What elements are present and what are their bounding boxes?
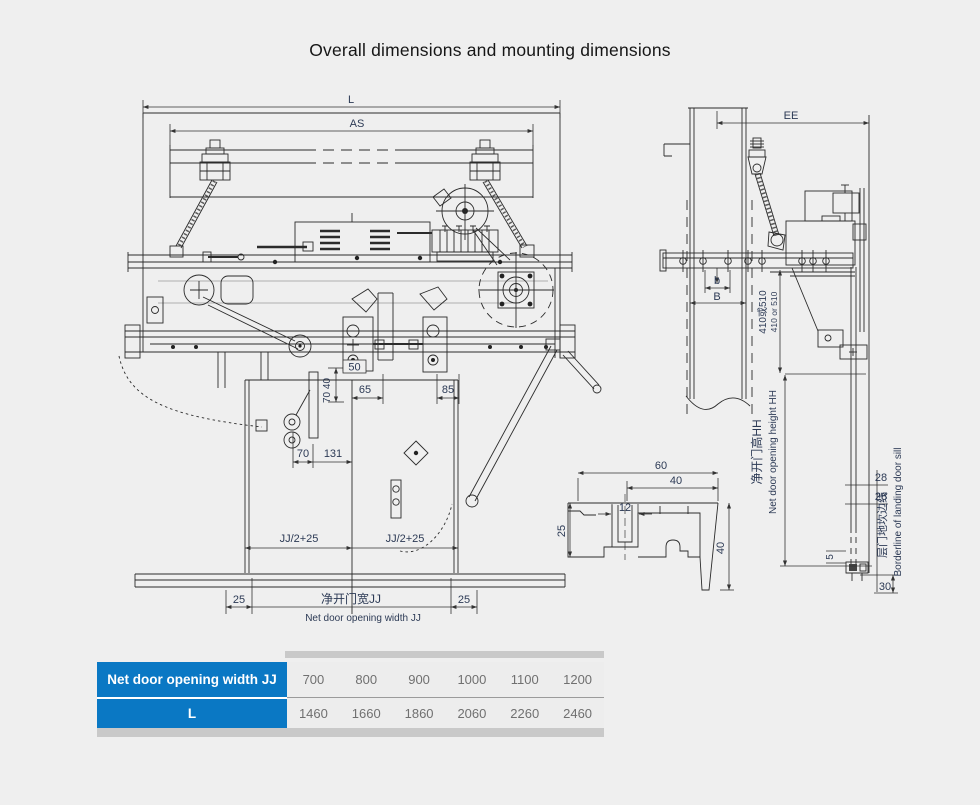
dim-410-en: 410 or 510 (769, 291, 779, 332)
header-bar (660, 250, 855, 276)
door-coupler-arm (466, 339, 601, 507)
wall-break-line (686, 396, 750, 409)
dim-131: 131 (324, 448, 342, 460)
table-cell: 700 (287, 662, 340, 697)
table-cell: 800 (340, 662, 393, 697)
jj-label-en: Net door opening width JJ (305, 613, 421, 624)
table-cell: 1000 (445, 662, 498, 697)
page: Overall dimensions and mounting dimensio… (0, 0, 980, 800)
dim-70-40: 70 40 (322, 378, 333, 403)
dim-30: 30 (879, 581, 891, 593)
sill-section-drawing (568, 494, 718, 590)
hh-label-en: Net door opening height HH (768, 390, 779, 514)
table-cell: 900 (393, 662, 446, 697)
left-assembly (147, 242, 313, 357)
left-hanger (200, 140, 230, 180)
left-belt (170, 180, 217, 257)
dim-AS: AS (350, 118, 365, 130)
dim-40-right: 40 (715, 542, 727, 554)
dim-b: b (714, 275, 720, 287)
landing-sill-section (846, 562, 868, 581)
wall-bracket (664, 144, 690, 156)
page-title: Overall dimensions and mounting dimensio… (0, 40, 980, 61)
sill-border-en: Borderline of landing door sill (893, 448, 904, 577)
dim-60: 60 (655, 460, 667, 472)
side-view-drawing (660, 108, 869, 581)
door-hanger-plates (343, 287, 447, 372)
dim-jj-half-right: JJ/2+25 (386, 533, 425, 545)
table-cell: 2260 (498, 699, 551, 728)
right-belt (483, 180, 534, 257)
dim-B: B (713, 291, 720, 303)
table-row2-header: L (97, 699, 287, 728)
table-row1-header: Net door opening width JJ (97, 662, 287, 697)
dim-28-upper: 28 (875, 472, 887, 484)
side-belt (755, 173, 785, 250)
dim-L: L (348, 94, 354, 106)
front-view-dimensions (143, 100, 560, 614)
dim-EE: EE (784, 110, 799, 122)
table-cell: 1860 (393, 699, 446, 728)
dim-70: 70 (297, 448, 309, 460)
left-traveling-cable (119, 356, 262, 427)
right-hanger (470, 140, 500, 180)
dim-40-top: 40 (670, 475, 682, 487)
sill-border-cn: 层门地坎边线 (875, 492, 889, 558)
table-bottom-strip (97, 728, 604, 737)
dim-jj-half-left: JJ/2+25 (280, 533, 319, 545)
table-cell: 1200 (551, 662, 604, 697)
dim-25-left: 25 (233, 594, 245, 606)
dim-25-section: 25 (556, 525, 568, 537)
jj-label-cn: 净开门宽JJ (321, 591, 381, 606)
dim-65: 65 (359, 384, 371, 396)
table-cell: 2460 (551, 699, 604, 728)
dim-12: 12 (619, 502, 631, 514)
dim-25-right: 25 (458, 594, 470, 606)
dim-85: 85 (442, 384, 454, 396)
table-cell: 1100 (498, 662, 551, 697)
side-hanger (748, 138, 766, 174)
table-top-strip (285, 651, 604, 658)
table-cell: 2060 (445, 699, 498, 728)
dim-410-cn: 410或510 (757, 290, 769, 334)
table-cell: 1460 (287, 699, 340, 728)
sill-front (135, 574, 565, 587)
drive-pulley (478, 252, 554, 328)
dim-50: 50 (348, 362, 360, 374)
dim-5: 5 (825, 554, 836, 560)
table-cell: 1660 (340, 699, 393, 728)
hh-label-cn: 净开门高HH (749, 419, 764, 484)
sill-section-dimensions (570, 473, 734, 590)
door-panels (245, 380, 458, 614)
door-panel-section (851, 267, 856, 566)
